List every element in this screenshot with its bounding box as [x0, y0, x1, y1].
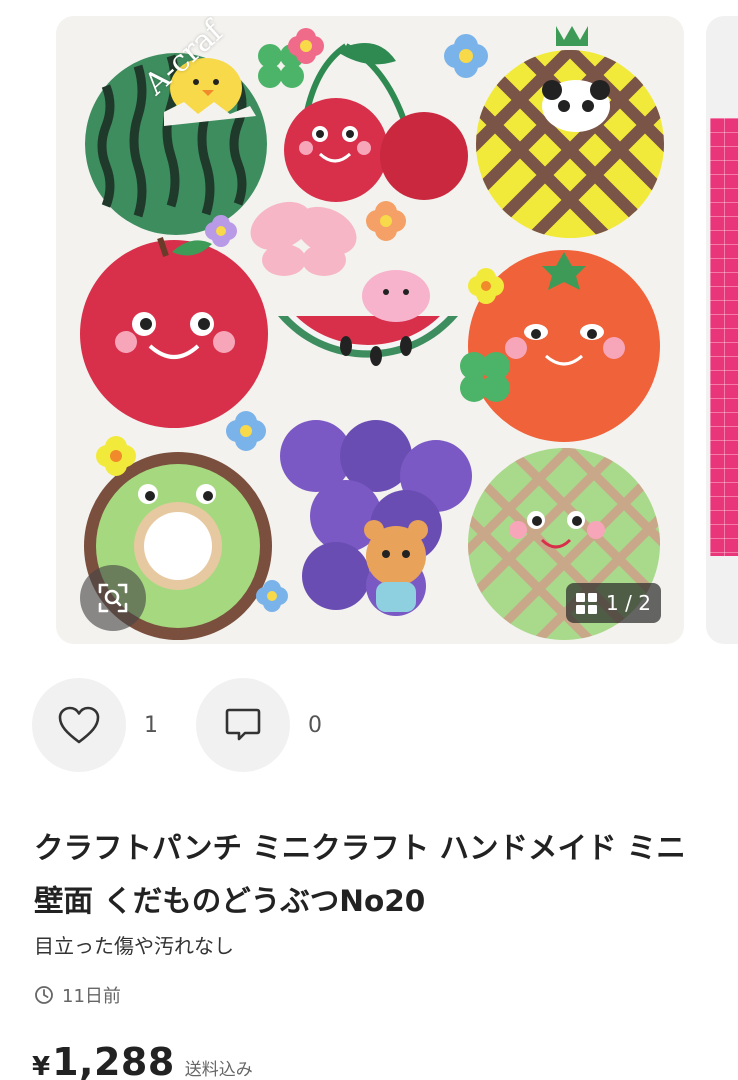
posted-time: 11日前: [34, 982, 121, 1008]
action-bar: 1 0: [32, 678, 344, 772]
like-count: 1: [144, 712, 158, 738]
zoom-button[interactable]: [80, 565, 146, 631]
product-page: A-craf 1 / 2 1 0 クラフトパンチ ミニクラフト ハンドメイド ミ…: [0, 0, 738, 1080]
page-indicator-text: 1 / 2: [606, 591, 651, 615]
craft-collage-image: [56, 16, 684, 644]
posted-time-text: 11日前: [62, 986, 121, 1007]
comment-icon: [225, 708, 261, 741]
image-carousel[interactable]: A-craf 1 / 2: [0, 0, 738, 648]
comment-count: 0: [308, 712, 322, 738]
zoom-scan-icon: [98, 583, 128, 613]
price-currency: ¥: [32, 1052, 51, 1080]
photo-page-indicator[interactable]: 1 / 2: [566, 583, 661, 623]
price-amount: 1,288: [52, 1040, 175, 1080]
like-button[interactable]: [32, 678, 126, 772]
clock-icon: [35, 986, 53, 1004]
item-price: ¥ 1,288 送料込み: [32, 1040, 253, 1080]
item-condition: 目立った傷や汚れなし: [34, 934, 234, 958]
heart-icon: [58, 706, 100, 744]
shipping-note: 送料込み: [184, 1060, 253, 1080]
next-photo-preview: [710, 118, 738, 556]
next-photo-peek[interactable]: [706, 16, 738, 644]
product-photo[interactable]: A-craf: [56, 16, 684, 644]
comment-button[interactable]: [196, 678, 290, 772]
item-title: クラフトパンチ ミニクラフト ハンドメイド ミニ壁面 くだものどうぶつNo20: [34, 831, 686, 918]
grid-icon: [576, 592, 598, 614]
